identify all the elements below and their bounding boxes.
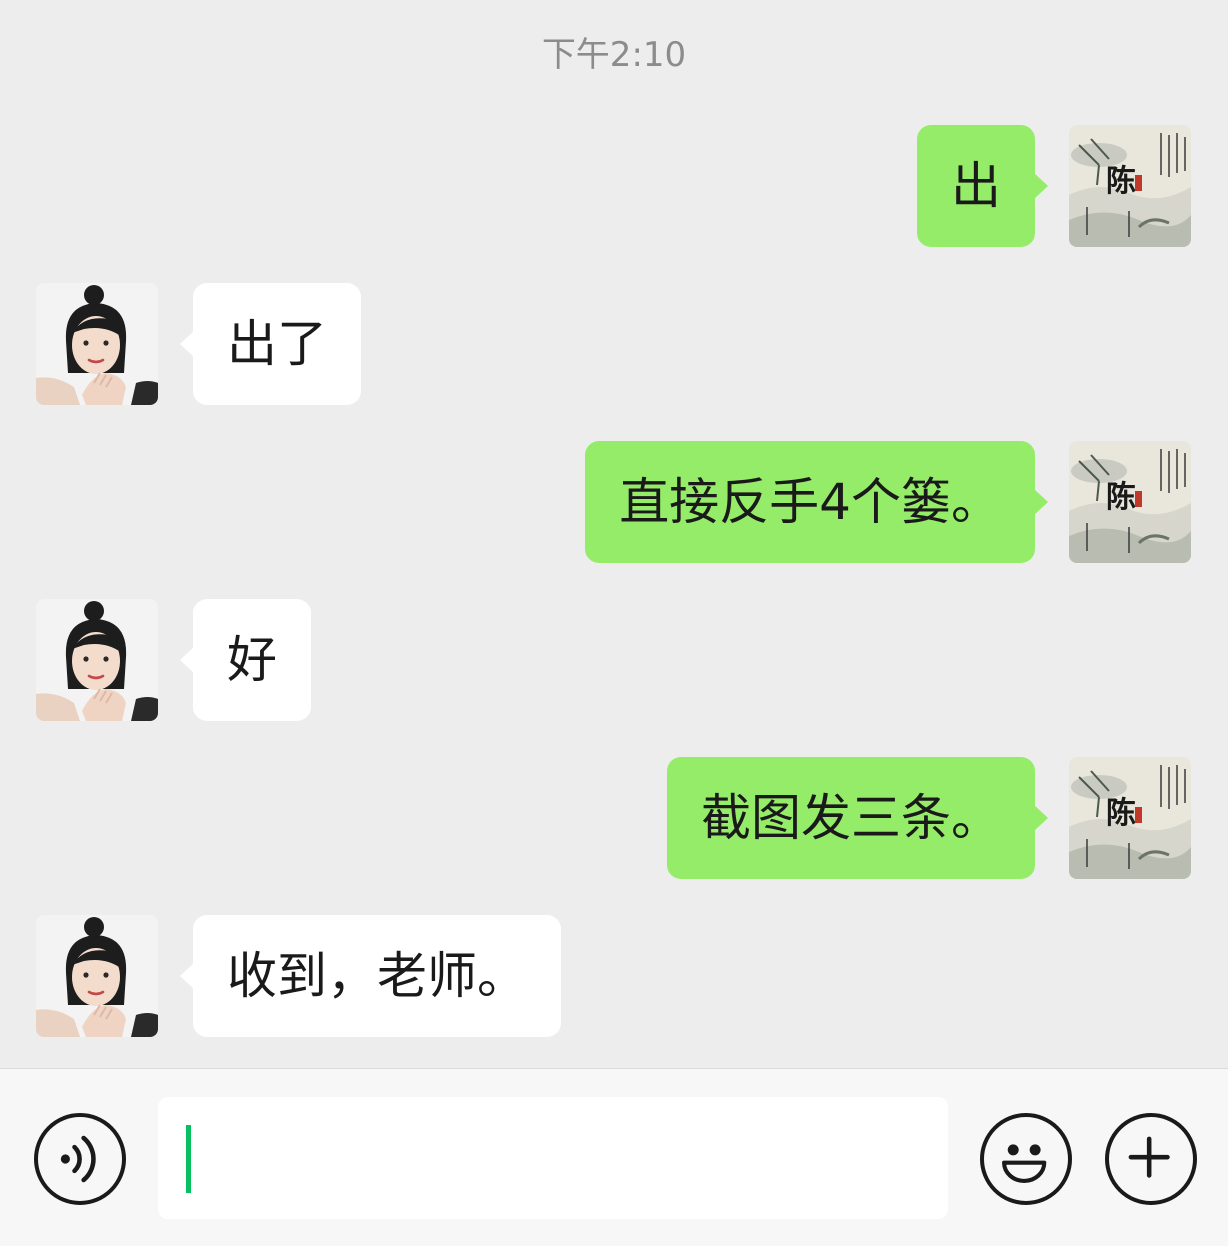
received-message-bubble[interactable]: 收到，老师。 <box>180 915 561 1037</box>
self-avatar[interactable]: 陈 <box>1069 125 1191 247</box>
portrait-avatar-icon <box>36 283 158 405</box>
chat-area[interactable]: 下午2:10 出 陈 出了 直接反手4个篓。 陈 好 截图发三条。 陈 收到，老… <box>0 0 1228 1068</box>
contact-avatar[interactable] <box>36 283 158 405</box>
voice-icon <box>60 1135 96 1183</box>
sent-message-bubble[interactable]: 直接反手4个篓。 <box>585 441 1048 563</box>
ink-painting-avatar-icon: 陈 <box>1069 125 1191 247</box>
ink-painting-avatar-icon: 陈 <box>1069 441 1191 563</box>
svg-text:陈: 陈 <box>1106 796 1136 831</box>
ink-painting-avatar-icon: 陈 <box>1069 757 1191 879</box>
portrait-avatar-icon <box>36 599 158 721</box>
emoji-button[interactable] <box>980 1113 1072 1205</box>
portrait-avatar-icon <box>36 915 158 1037</box>
more-button[interactable] <box>1105 1113 1197 1205</box>
svg-text:陈: 陈 <box>1106 480 1136 515</box>
message-timestamp: 下午2:10 <box>541 35 687 75</box>
emoji-icon <box>1002 1144 1047 1183</box>
input-bar <box>0 1068 1228 1246</box>
self-avatar[interactable]: 陈 <box>1069 757 1191 879</box>
message-input[interactable] <box>158 1097 948 1219</box>
received-message-bubble[interactable]: 好 <box>180 599 311 721</box>
svg-text:陈: 陈 <box>1106 164 1136 199</box>
sent-message-bubble[interactable]: 截图发三条。 <box>667 757 1048 879</box>
text-caret <box>186 1125 191 1193</box>
voice-button[interactable] <box>34 1113 126 1205</box>
contact-avatar[interactable] <box>36 915 158 1037</box>
self-avatar[interactable]: 陈 <box>1069 441 1191 563</box>
plus-icon <box>1128 1136 1170 1178</box>
received-message-bubble[interactable]: 出了 <box>180 283 361 405</box>
contact-avatar[interactable] <box>36 599 158 721</box>
sent-message-bubble[interactable]: 出 <box>917 125 1048 247</box>
